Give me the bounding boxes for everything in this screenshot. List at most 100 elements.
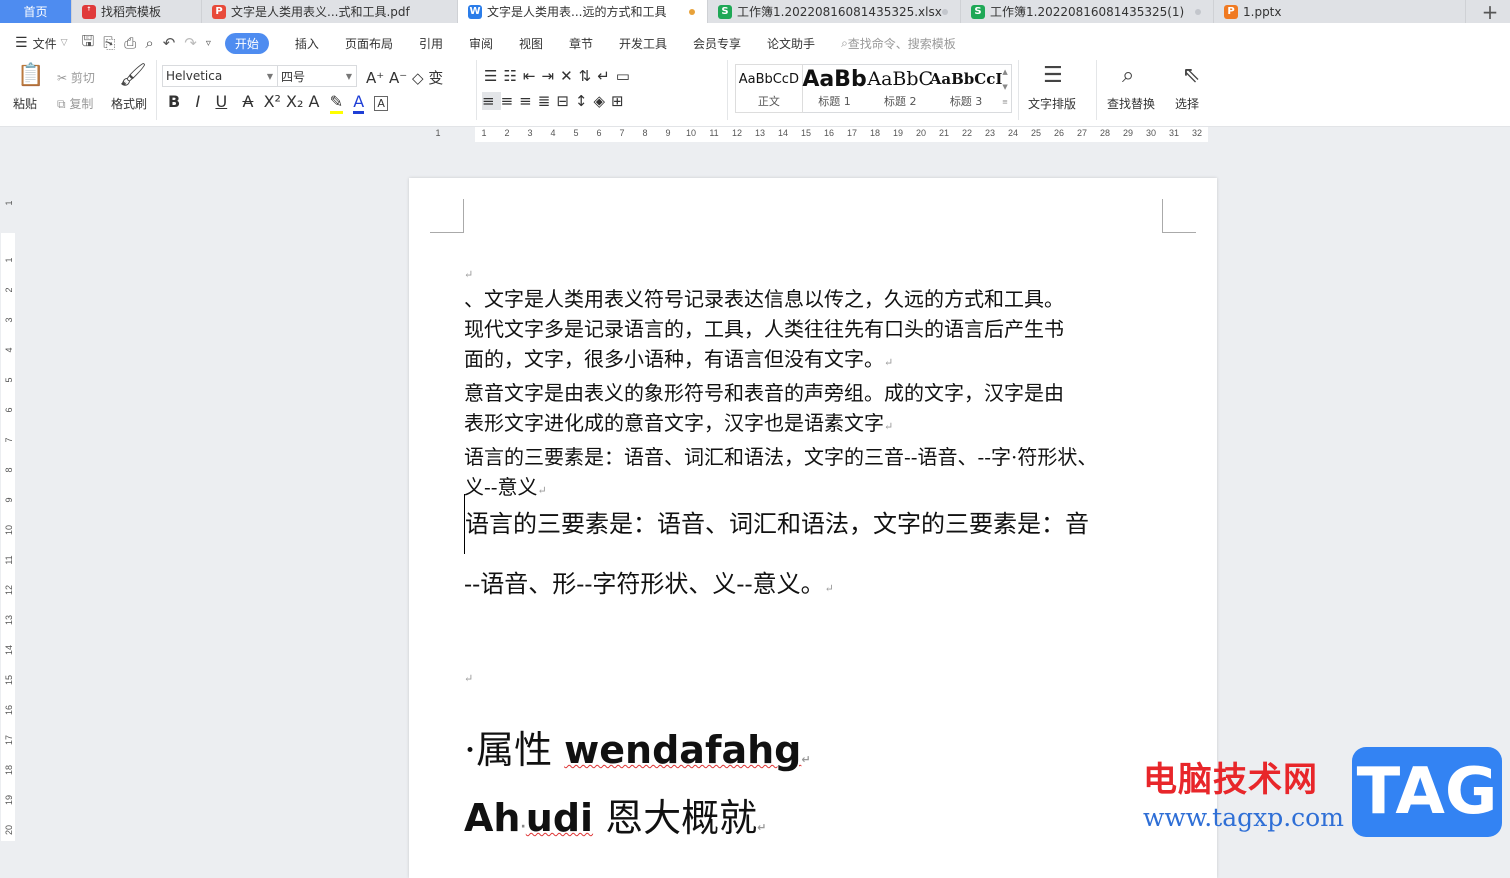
menu-member[interactable]: 会员专享	[693, 35, 741, 52]
style-heading-2[interactable]: AaBbC 标题 2	[867, 65, 933, 112]
export-pdf-icon[interactable]: ⎘	[103, 34, 115, 52]
select-cursor-icon[interactable]: ⇖	[1182, 63, 1200, 88]
body-paragraphs[interactable]: 、文字是人类用表义符号记录表达信息以传之，久远的方式和工具。 现代文字多是记录语言…	[464, 284, 1097, 506]
ruler-tick-label: 12	[731, 128, 742, 138]
style-sample: AaBbC	[867, 68, 934, 90]
style-heading-1[interactable]: AaBb 标题 1	[802, 65, 868, 112]
paste-button[interactable]: 粘贴	[13, 95, 37, 112]
style-sample: AaBbCcI	[929, 70, 1003, 88]
tab-xlsx[interactable]: S 工作簿1.20220816081435325.xlsx	[708, 0, 961, 23]
phonetic-icon[interactable]: 变	[428, 69, 443, 87]
bullets-icon[interactable]: ☰	[484, 67, 503, 85]
style-heading-3[interactable]: AaBbCcI 标题 3	[929, 65, 1003, 112]
bold-icon[interactable]: B	[168, 92, 180, 111]
horizontal-ruler[interactable]: 1 1 2 3 4 5 6 7 8 9 10 11 12 13 14 15 16 17 18 19 20 21 22 23 24…	[0, 127, 1510, 143]
align-center-icon[interactable]: ≡	[501, 92, 520, 110]
text-layout-icon[interactable]: ☰	[1043, 63, 1063, 88]
style-scroll[interactable]: ▲ ▼ ≡	[999, 65, 1011, 112]
menu-start[interactable]: 开始	[224, 32, 269, 54]
outdent-icon[interactable]: ⇤	[523, 67, 542, 85]
font-select[interactable]: Helvetica ▼	[162, 65, 278, 87]
paragraph-tools: ☰☷⇤⇥✕⇅↵▭	[484, 67, 636, 85]
tab-pptx[interactable]: P 1.pptx	[1214, 0, 1466, 23]
line-spacing-icon[interactable]: ↕	[575, 92, 594, 110]
close-dot-icon[interactable]	[942, 8, 948, 15]
select-button[interactable]: 选择	[1175, 95, 1199, 112]
format-painter-icon[interactable]: 🖌	[119, 63, 147, 88]
menu-file[interactable]: 文件	[33, 35, 57, 52]
command-search[interactable]: 查找命令、搜索模板	[848, 35, 956, 52]
vertical-ruler[interactable]: 1 1 2 3 4 5 6 7 8 9 10 11 12 13 14 15 16 17 18 19 20	[0, 143, 16, 841]
char-border-icon[interactable]: A	[374, 96, 388, 111]
superscript-icon[interactable]: X²	[264, 92, 281, 111]
save-icon[interactable]: 🖫	[82, 31, 95, 56]
tab-home[interactable]: 首页	[0, 0, 72, 23]
ruler-tick-label: 3	[527, 128, 533, 138]
document-page[interactable]: ↵ 、文字是人类用表义符号记录表达信息以传之，久远的方式和工具。 现代文字多是记录…	[409, 178, 1217, 878]
strikethrough-icon[interactable]: A	[242, 92, 253, 111]
highlight-icon[interactable]: ✎	[329, 92, 344, 114]
redo-icon[interactable]: ↷	[184, 34, 197, 52]
font-tools: A⁺ A⁻ ◇ 变	[366, 67, 443, 88]
menu-references[interactable]: 引用	[419, 35, 443, 52]
copy-label: 复制	[69, 97, 94, 111]
show-marks-icon[interactable]: ↵	[597, 67, 616, 85]
print-icon[interactable]: ⎙	[124, 34, 136, 52]
font-size-select[interactable]: 四号 ▼	[277, 65, 357, 87]
menu-view[interactable]: 视图	[519, 35, 543, 52]
find-icon[interactable]: ⌕	[1122, 63, 1134, 88]
tabs-icon[interactable]: ▭	[616, 67, 636, 85]
menu-insert[interactable]: 插入	[295, 35, 319, 52]
sort-icon[interactable]: ⇅	[579, 67, 598, 85]
format-painter-button[interactable]: 格式刷	[111, 95, 147, 112]
cut-button[interactable]: ✂ 剪切	[57, 69, 95, 86]
search-icon[interactable]: ⌕	[841, 36, 848, 51]
chinese-layout-icon[interactable]: ✕	[560, 67, 579, 85]
tab-pdf[interactable]: P 文字是人类用表义...式和工具.pdf	[202, 0, 458, 23]
large-paragraph[interactable]: 语言的三要素是：语音、词汇和语法，文字的三要素是：音 --语音、形--字符形状、…	[464, 494, 1089, 619]
menu-review[interactable]: 审阅	[469, 35, 493, 52]
paragraph-mark: ↵	[757, 821, 767, 834]
tab-docer[interactable]: ꜛ 找稻壳模板	[72, 0, 202, 23]
misspelled-word: udi	[525, 796, 594, 840]
menu-row: ☰ 文件 ▽ 🖫 ⎘ ⎙ ⌕ ↶ ↷ ▿ 开始 插入 页面布局 引用 审阅 视图…	[0, 31, 956, 55]
text-effect-icon[interactable]: A	[309, 92, 320, 111]
indent-icon[interactable]: ⇥	[541, 67, 560, 85]
undo-icon[interactable]: ↶	[163, 34, 176, 52]
shrink-font-icon[interactable]: A⁻	[389, 69, 407, 87]
copy-button[interactable]: ⧉ 复制	[57, 95, 93, 112]
borders-icon[interactable]: ⊞	[611, 92, 630, 110]
print-preview-icon[interactable]: ⌕	[145, 34, 153, 52]
text-line: 语言的三要素是：语音、词汇和语法，文字的三要素是：音	[464, 494, 1089, 554]
menu-developer[interactable]: 开发工具	[619, 35, 667, 52]
find-replace-button[interactable]: 查找替换	[1107, 95, 1155, 112]
justify-icon[interactable]: ≣	[538, 92, 557, 110]
numbering-icon[interactable]: ☷	[503, 67, 522, 85]
italic-icon[interactable]: I	[195, 92, 200, 111]
menu-thesis[interactable]: 论文助手	[767, 35, 815, 52]
align-left-icon[interactable]: ≡	[482, 92, 501, 110]
ppt-icon: P	[1224, 4, 1238, 19]
new-tab-button[interactable]: +	[1470, 0, 1510, 24]
underline-icon[interactable]: U	[215, 92, 227, 111]
font-color-icon[interactable]: A	[353, 92, 365, 114]
close-dot-icon[interactable]	[1195, 8, 1201, 15]
align-right-icon[interactable]: ≡	[519, 92, 538, 110]
shading-icon[interactable]: ◈	[593, 92, 611, 110]
hamburger-icon[interactable]: ☰	[15, 35, 28, 51]
text-layout-button[interactable]: 文字排版	[1028, 95, 1076, 112]
tab-xlsx-copy[interactable]: S 工作簿1.20220816081435325(1)	[961, 0, 1214, 23]
subscript-icon[interactable]: X₂	[286, 92, 303, 111]
distribute-icon[interactable]: ⊟	[556, 92, 575, 110]
tab-writer-doc[interactable]: W 文字是人类用表...远的方式和工具	[458, 0, 708, 23]
grow-font-icon[interactable]: A⁺	[366, 69, 384, 87]
ruler-tick-label: 16	[823, 128, 834, 138]
style-normal[interactable]: AaBbCcD 正文	[735, 64, 803, 113]
chevron-down-icon[interactable]: ▽	[61, 38, 68, 48]
paste-icon[interactable]: 📋	[17, 63, 44, 88]
clear-format-icon[interactable]: ◇	[412, 69, 424, 87]
menu-section[interactable]: 章节	[569, 35, 593, 52]
heading-paragraph[interactable]: ·属性 wendafahg↵ Ah·udi 恩大概就↵	[464, 721, 811, 857]
customize-icon[interactable]: ▿	[206, 38, 211, 49]
menu-layout[interactable]: 页面布局	[345, 35, 393, 52]
